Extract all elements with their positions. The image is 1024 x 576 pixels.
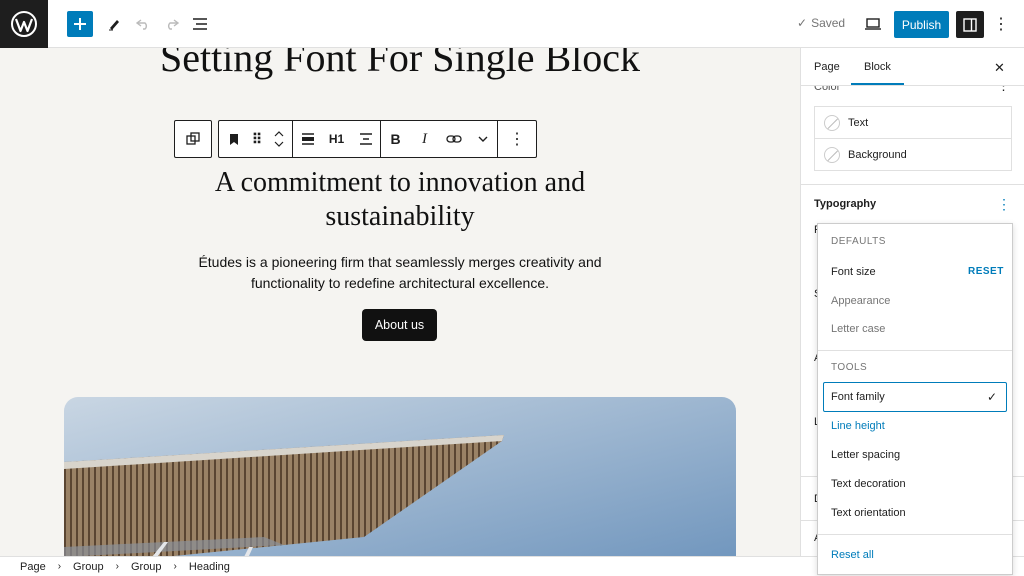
typography-options-icon[interactable]: ⋮ xyxy=(997,196,1011,213)
pen-icon xyxy=(109,20,119,31)
tools-group-label: TOOLS xyxy=(831,362,868,373)
undo-icon xyxy=(136,19,147,30)
redo-icon xyxy=(168,19,179,30)
panel-divider xyxy=(801,184,1024,185)
redo-button[interactable] xyxy=(162,10,182,38)
move-up-down-icon[interactable] xyxy=(266,121,292,157)
text-align-icon[interactable] xyxy=(351,121,380,157)
menu-item-text-orientation[interactable]: Text orientation xyxy=(831,507,1003,519)
desktop-preview-icon xyxy=(865,18,881,30)
font-family-label: Font family xyxy=(831,391,885,403)
link-icon[interactable] xyxy=(439,121,468,157)
chevron-right-icon: › xyxy=(57,561,62,572)
settings-sidebar-toggle[interactable] xyxy=(956,11,984,38)
typography-options-menu: DEFAULTS Font size RESET Appearance Lett… xyxy=(817,223,1013,575)
block-tools-group: ⠿ H1 B I ⋮ xyxy=(218,120,537,158)
add-block-button[interactable] xyxy=(67,11,93,37)
typography-panel-title: Typography xyxy=(814,198,877,210)
menu-divider xyxy=(818,534,1012,535)
chevron-right-icon: › xyxy=(173,561,177,572)
block-toolbar: ⠿ H1 B I ⋮ xyxy=(174,120,537,158)
list-view-icon xyxy=(193,18,207,30)
breadcrumb-item-page[interactable]: Page xyxy=(20,561,46,573)
drag-handle-icon[interactable]: ⠿ xyxy=(248,121,266,157)
menu-item-text-decoration[interactable]: Text decoration xyxy=(831,478,1003,490)
color-text-label: Text xyxy=(848,116,869,129)
breadcrumb-item-heading[interactable]: Heading xyxy=(189,561,230,573)
preview-button[interactable] xyxy=(862,10,884,38)
wordpress-logo-button[interactable] xyxy=(0,0,48,48)
editor-canvas[interactable]: Setting Font For Single Block ⠿ H1 B I ⋮… xyxy=(0,48,800,556)
reset-all-button[interactable]: Reset all xyxy=(831,549,1003,561)
saved-label: Saved xyxy=(811,16,846,30)
undo-button[interactable] xyxy=(133,10,153,38)
close-icon[interactable]: ✕ xyxy=(994,60,1005,76)
chevron-down-icon[interactable] xyxy=(468,121,497,157)
selected-heading-block[interactable]: A commitment to innovation and sustainab… xyxy=(150,166,650,234)
parent-block-selector[interactable] xyxy=(174,120,212,158)
check-icon: ✓ xyxy=(986,390,997,404)
intro-paragraph[interactable]: Études is a pioneering firm that seamles… xyxy=(170,252,630,294)
menu-item-appearance[interactable]: Appearance xyxy=(831,295,1003,307)
italic-button[interactable]: I xyxy=(410,121,439,157)
check-icon: ✓ xyxy=(797,16,808,30)
group-block-icon xyxy=(186,132,200,145)
menu-item-letter-case[interactable]: Letter case xyxy=(831,323,1003,335)
heading-level-button[interactable]: H1 xyxy=(322,121,351,157)
bold-button[interactable]: B xyxy=(381,121,410,157)
plus-icon xyxy=(74,18,86,30)
reset-font-size-button[interactable]: RESET xyxy=(968,266,1004,277)
wordpress-icon xyxy=(11,11,37,37)
align-wide-icon[interactable] xyxy=(293,121,322,157)
page-heading[interactable]: Setting Font For Single Block xyxy=(0,48,800,81)
document-overview-button[interactable] xyxy=(190,10,210,38)
tab-page[interactable]: Page xyxy=(814,61,840,73)
tools-pen-button[interactable] xyxy=(104,10,124,38)
about-us-button[interactable]: About us xyxy=(362,309,437,341)
menu-item-letter-spacing[interactable]: Letter spacing xyxy=(831,449,1003,461)
top-toolbar: ✓ Saved Publish ⋮ xyxy=(0,0,1024,48)
bookmark-icon[interactable] xyxy=(219,121,248,157)
menu-item-line-height[interactable]: Line height xyxy=(831,420,1003,432)
options-menu-button[interactable]: ⋮ xyxy=(993,10,1009,38)
block-options-icon[interactable]: ⋮ xyxy=(498,121,536,157)
saved-status: ✓ Saved xyxy=(797,16,845,30)
empty-swatch-icon xyxy=(824,146,840,163)
hero-image[interactable] xyxy=(64,397,736,556)
color-background-label: Background xyxy=(848,148,907,161)
more-vertical-icon: ⋮ xyxy=(993,16,1009,33)
color-background-item[interactable]: Background xyxy=(814,138,1012,171)
breadcrumb-item-group[interactable]: Group xyxy=(73,561,104,573)
tab-block[interactable]: Block xyxy=(851,61,904,85)
publish-button[interactable]: Publish xyxy=(894,11,949,38)
breadcrumb-item-group[interactable]: Group xyxy=(131,561,162,573)
sidebar-tabs: Page Block ✕ xyxy=(801,48,1024,86)
chevron-right-icon: › xyxy=(115,561,119,572)
menu-item-font-family[interactable]: Font family ✓ xyxy=(823,382,1007,412)
sidebar-icon xyxy=(963,17,977,32)
color-text-item[interactable]: Text xyxy=(814,106,1012,139)
menu-divider xyxy=(818,350,1012,351)
defaults-group-label: DEFAULTS xyxy=(831,236,886,247)
empty-swatch-icon xyxy=(824,114,840,131)
